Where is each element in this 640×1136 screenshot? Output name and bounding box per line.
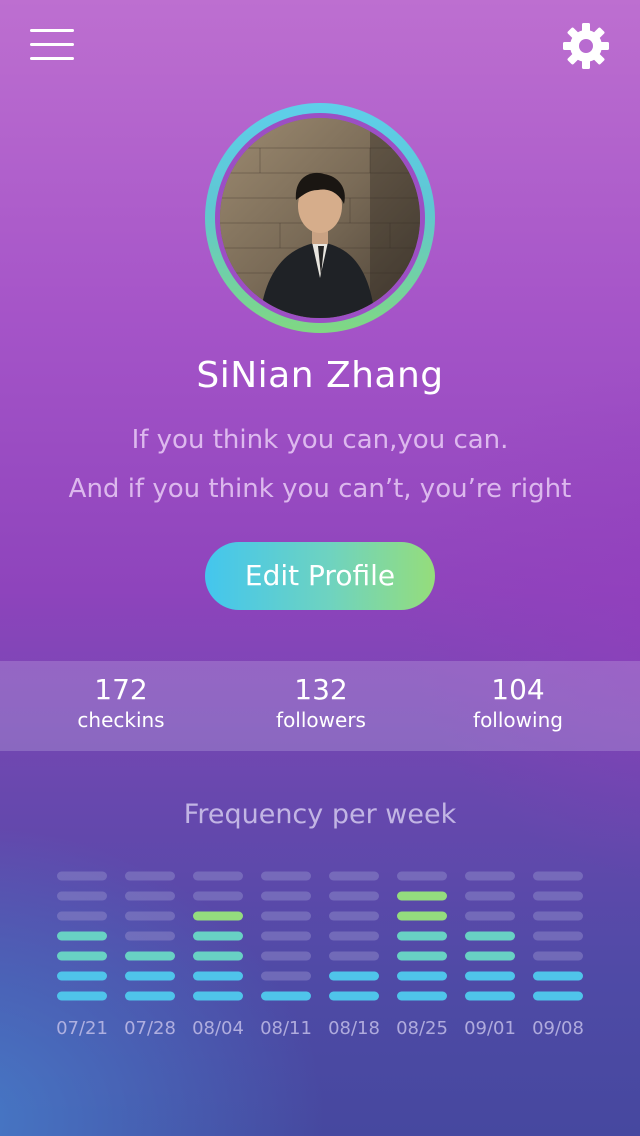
- bar-segment-empty: [261, 951, 311, 961]
- avatar-photo: [220, 118, 420, 318]
- bar-segment-empty: [261, 891, 311, 901]
- x-tick-label: 07/28: [124, 1018, 176, 1039]
- stat-label: followers: [276, 708, 366, 732]
- bar-segment-empty: [193, 891, 243, 901]
- stat-followers[interactable]: 132 followers: [221, 661, 421, 751]
- chart-bar: [261, 871, 311, 1001]
- bar-segment-empty: [261, 971, 311, 981]
- profile-quote-line-2: And if you think you can’t, you’re right: [68, 474, 572, 504]
- profile-name: SiNian Zhang: [196, 355, 444, 396]
- bar-segment-filled: [57, 931, 107, 941]
- bar-segment-empty: [125, 931, 175, 941]
- bar-segment-empty: [261, 911, 311, 921]
- bar-segment-empty: [57, 891, 107, 901]
- bar-segment-filled: [533, 991, 583, 1001]
- x-tick-label: 09/01: [464, 1018, 516, 1039]
- bar-segment-empty: [465, 891, 515, 901]
- x-tick-label: 07/21: [56, 1018, 108, 1039]
- chart-bar: [465, 871, 515, 1001]
- bar-segment-filled: [193, 951, 243, 961]
- frequency-chart: 07/21 07/28 08/04 08/11 08/18 08/25 09/01 09/08: [56, 871, 584, 1039]
- bar-segment-filled: [57, 951, 107, 961]
- stat-following[interactable]: 104 following: [418, 661, 618, 751]
- stat-value: 132: [294, 673, 348, 706]
- bar-segment-filled: [193, 931, 243, 941]
- x-tick-label: 09/08: [532, 1018, 584, 1039]
- profile-quote-line-1: If you think you can,you can.: [131, 425, 509, 455]
- bar-segment-filled: [533, 971, 583, 981]
- bar-segment-empty: [261, 871, 311, 881]
- bar-segment-filled: [465, 931, 515, 941]
- bar-segment-filled: [125, 991, 175, 1001]
- bar-segment-empty: [533, 951, 583, 961]
- bar-segment-filled: [125, 971, 175, 981]
- bar-segment-filled: [261, 991, 311, 1001]
- chart-bar: [125, 871, 175, 1001]
- bar-segment-empty: [329, 891, 379, 901]
- bar-segment-empty: [533, 891, 583, 901]
- bar-segment-empty: [397, 871, 447, 881]
- bar-segment-filled: [397, 991, 447, 1001]
- chart-bar: [533, 871, 583, 1001]
- bar-segment-filled: [397, 931, 447, 941]
- bar-segment-empty: [329, 911, 379, 921]
- bar-segment-empty: [125, 871, 175, 881]
- bar-segment-filled: [465, 971, 515, 981]
- avatar[interactable]: [220, 118, 420, 318]
- stat-label: checkins: [77, 708, 165, 732]
- bar-segment-empty: [125, 891, 175, 901]
- chart-bar: [193, 871, 243, 1001]
- bar-segment-empty: [329, 931, 379, 941]
- bar-segment-filled: [397, 911, 447, 921]
- x-tick-label: 08/04: [192, 1018, 244, 1039]
- stats-bar: 172 checkins 132 followers 104 following: [0, 661, 640, 751]
- bar-segment-empty: [329, 951, 379, 961]
- chart-bar: [57, 871, 107, 1001]
- bar-segment-filled: [125, 951, 175, 961]
- chart-bar: [329, 871, 379, 1001]
- bar-segment-empty: [261, 931, 311, 941]
- bar-segment-filled: [329, 991, 379, 1001]
- x-tick-label: 08/18: [328, 1018, 380, 1039]
- x-tick-label: 08/25: [396, 1018, 448, 1039]
- bar-segment-filled: [193, 911, 243, 921]
- bar-segment-filled: [57, 991, 107, 1001]
- bar-segment-filled: [397, 891, 447, 901]
- stat-checkins[interactable]: 172 checkins: [21, 661, 221, 751]
- bar-segment-filled: [397, 951, 447, 961]
- bar-segment-filled: [193, 971, 243, 981]
- bar-segment-filled: [465, 951, 515, 961]
- bar-segment-filled: [329, 971, 379, 981]
- bar-segment-empty: [57, 911, 107, 921]
- stat-value: 104: [491, 673, 545, 706]
- bar-segment-filled: [57, 971, 107, 981]
- avatar-ring: [205, 103, 435, 333]
- bar-segment-empty: [125, 911, 175, 921]
- bar-segment-empty: [533, 871, 583, 881]
- bar-segment-empty: [193, 871, 243, 881]
- bar-segment-filled: [193, 991, 243, 1001]
- x-tick-label: 08/11: [260, 1018, 312, 1039]
- bar-segment-empty: [465, 871, 515, 881]
- chart-bar: [397, 871, 447, 1001]
- edit-profile-button[interactable]: Edit Profile: [205, 542, 435, 610]
- stat-value: 172: [94, 673, 148, 706]
- bar-segment-filled: [397, 971, 447, 981]
- bar-segment-empty: [533, 911, 583, 921]
- menu-button[interactable]: [30, 27, 74, 63]
- bar-segment-empty: [533, 931, 583, 941]
- stat-label: following: [473, 708, 563, 732]
- hamburger-menu-icon: [30, 29, 74, 32]
- bar-segment-empty: [57, 871, 107, 881]
- gear-icon[interactable]: [562, 22, 610, 70]
- bar-segment-empty: [329, 871, 379, 881]
- chart-title: Frequency per week: [183, 799, 457, 830]
- bar-segment-filled: [465, 991, 515, 1001]
- bar-segment-empty: [465, 911, 515, 921]
